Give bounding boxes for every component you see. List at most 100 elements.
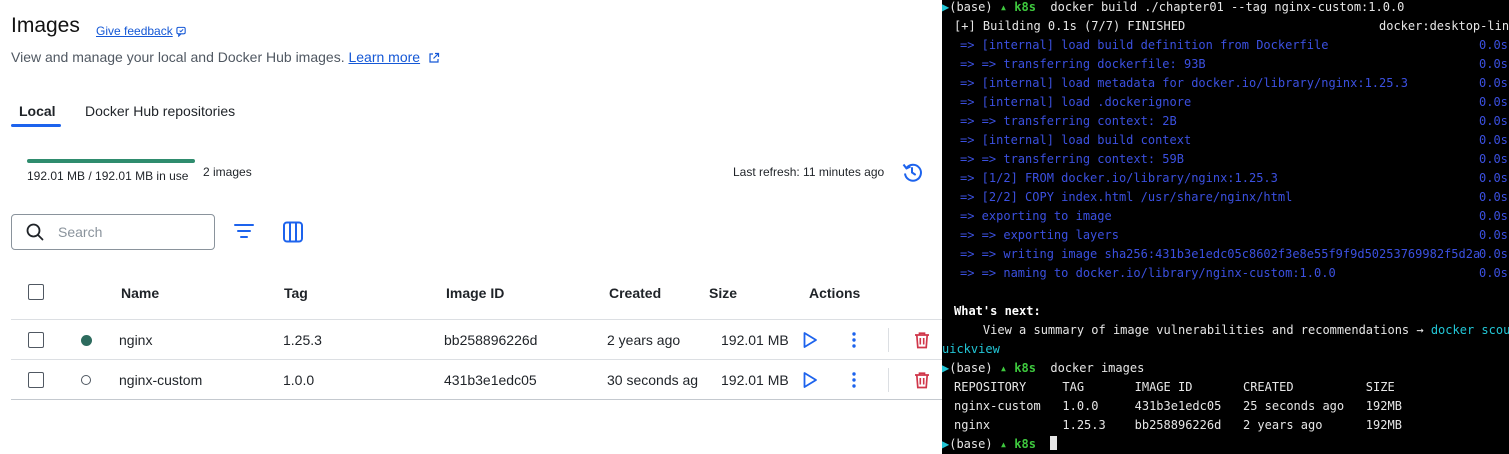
prompt-command [1036, 437, 1050, 451]
column-header-created[interactable]: Created [609, 285, 661, 301]
action-separator [888, 328, 889, 352]
image-id: bb258896226d [444, 332, 538, 348]
terminal-line: => => writing image sha256:431b3e1edc05c… [960, 245, 1508, 264]
action-separator [888, 368, 889, 392]
prompt-context: ▴ k8s [999, 437, 1036, 451]
build-step-time: 0.0s [1479, 76, 1508, 90]
prompt-env: (base) [949, 437, 1000, 451]
column-header-actions: Actions [809, 285, 861, 301]
whats-next-heading: What's next: [954, 304, 1041, 318]
more-options-icon[interactable] [846, 331, 862, 349]
build-driver: docker:desktop-linux [1379, 19, 1509, 33]
column-header-size[interactable]: Size [709, 285, 737, 301]
terminal-line: => => transferring context: 59B 0.0s [960, 150, 1508, 169]
build-step: => exporting to image [960, 209, 1112, 223]
terminal-line: => [2/2] COPY index.html /usr/share/ngin… [960, 188, 1508, 207]
terminal-cursor [1050, 436, 1058, 450]
last-refresh-text: Last refresh: 11 minutes ago [733, 165, 885, 179]
terminal-line: REPOSITORY TAG IMAGE ID CREATED SIZE [954, 378, 1395, 397]
build-step: => => writing image sha256:431b3e1edc05c… [960, 247, 1481, 261]
build-step-time: 0.0s [1479, 247, 1508, 261]
search-box[interactable] [11, 214, 215, 250]
table-header-divider [11, 319, 942, 320]
hint-text: View a summary of image vulnerabilities … [954, 323, 1431, 337]
terminal-line: ▶(base) ▴ k8s docker images [942, 359, 1144, 378]
prompt-env: (base) [949, 0, 1000, 14]
prompt-command: docker build ./chapter01 --tag nginx-cus… [1035, 0, 1405, 14]
page-subtitle: View and manage your local and Docker Hu… [11, 49, 440, 65]
image-tag: 1.25.3 [283, 332, 322, 348]
terminal-line: => [internal] load build context 0.0s [960, 131, 1508, 150]
prompt-command: docker images [1035, 361, 1145, 375]
terminal-line: uickview [942, 340, 1000, 359]
build-step: => [2/2] COPY index.html /usr/share/ngin… [960, 190, 1293, 204]
image-size: 192.01 MB [721, 332, 789, 348]
docker-desktop-images-panel: Images Give feedback View and manage you… [0, 0, 942, 454]
give-feedback-label: Give feedback [96, 24, 173, 38]
build-step: => [internal] load .dockerignore [960, 95, 1192, 109]
search-input[interactable] [56, 223, 200, 241]
columns-icon[interactable] [281, 220, 305, 244]
tab-docker-hub-repositories[interactable]: Docker Hub repositories [85, 103, 235, 119]
table-row-divider [11, 399, 942, 400]
image-count: 2 images [203, 165, 252, 179]
terminal-line: nginx-custom 1.0.0 431b3e1edc05 25 secon… [954, 397, 1402, 416]
terminal-output: [+] Building 0.1s (7/7) FINISHED [954, 19, 1186, 33]
run-icon[interactable] [801, 371, 819, 389]
active-tab-indicator [11, 124, 61, 127]
subtitle-text: View and manage your local and Docker Hu… [11, 49, 345, 65]
build-step: => [internal] load build context [960, 133, 1192, 147]
image-created: 30 seconds ag [607, 372, 699, 388]
column-header-name[interactable]: Name [121, 285, 159, 301]
terminal-window[interactable]: ▶(base) ▴ k8s docker build ./chapter01 -… [942, 0, 1509, 454]
disk-usage-text: 192.01 MB / 192.01 MB in use [27, 169, 189, 183]
external-link-icon [429, 52, 440, 63]
terminal-output: nginx-custom 1.0.0 431b3e1edc05 25 secon… [954, 399, 1402, 413]
column-header-image-id[interactable]: Image ID [446, 285, 504, 301]
give-feedback-link[interactable]: Give feedback [96, 24, 187, 38]
terminal-line: => [internal] load .dockerignore 0.0s [960, 93, 1508, 112]
terminal-line: => exporting to image 0.0s [960, 207, 1508, 226]
build-step: => [internal] load build definition from… [960, 38, 1329, 52]
in-use-indicator [81, 335, 92, 346]
search-icon [26, 223, 44, 241]
image-size: 192.01 MB [721, 372, 789, 388]
row-checkbox[interactable] [28, 332, 44, 348]
row-checkbox[interactable] [28, 372, 44, 388]
delete-icon[interactable] [913, 371, 931, 389]
refresh-icon[interactable] [900, 160, 924, 184]
build-step: => => exporting layers [960, 228, 1119, 242]
terminal-line: => => transferring context: 2B 0.0s [960, 112, 1508, 131]
build-step-time: 0.0s [1479, 190, 1508, 204]
terminal-line: => => transferring dockerfile: 93B 0.0s [960, 55, 1508, 74]
build-step: => => transferring context: 2B [960, 114, 1177, 128]
terminal-line: => => naming to docker.io/library/nginx-… [960, 264, 1508, 283]
image-created: 2 years ago [607, 332, 681, 348]
table-row-divider [11, 359, 942, 360]
build-step-time: 0.0s [1479, 228, 1508, 242]
terminal-line: nginx 1.25.3 bb258896226d 2 years ago 19… [954, 416, 1402, 435]
run-icon[interactable] [801, 331, 819, 349]
select-all-checkbox[interactable] [28, 284, 44, 300]
tab-local[interactable]: Local [19, 103, 56, 119]
more-options-icon[interactable] [846, 371, 862, 389]
filter-icon[interactable] [233, 221, 255, 241]
terminal-line: What's next: [954, 302, 1041, 321]
prompt-context: ▴ k8s [999, 361, 1036, 375]
build-step-time: 0.0s [1479, 114, 1508, 128]
learn-more-link[interactable]: Learn more [348, 49, 420, 65]
image-name[interactable]: nginx-custom [119, 372, 202, 388]
build-step-time: 0.0s [1479, 95, 1508, 109]
terminal-line: View a summary of image vulnerabilities … [954, 321, 1509, 340]
delete-icon[interactable] [913, 331, 931, 349]
build-step-time: 0.0s [1479, 209, 1508, 223]
docker-scout-command-wrap: uickview [942, 342, 1000, 356]
terminal-line: ▶(base) ▴ k8s docker build ./chapter01 -… [942, 0, 1404, 17]
column-header-tag[interactable]: Tag [284, 285, 308, 301]
build-step: => [internal] load metadata for docker.i… [960, 76, 1408, 90]
image-tag: 1.0.0 [283, 372, 315, 388]
terminal-line: => [internal] load metadata for docker.i… [960, 74, 1508, 93]
terminal-output: nginx 1.25.3 bb258896226d 2 years ago 19… [954, 418, 1402, 432]
image-name[interactable]: nginx [119, 332, 152, 348]
terminal-line: => [1/2] FROM docker.io/library/nginx:1.… [960, 169, 1508, 188]
